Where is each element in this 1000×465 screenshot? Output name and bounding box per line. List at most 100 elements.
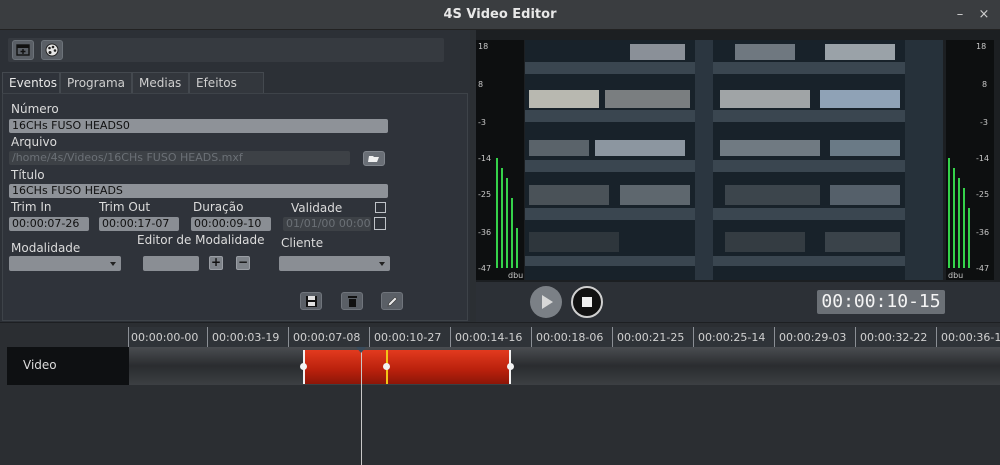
- validade-field[interactable]: 01/01/00 00:00: [283, 217, 371, 231]
- editor-modalidade-label: Editor de Modalidade: [137, 233, 265, 247]
- meter-tick: -25: [976, 190, 990, 199]
- validade-checkbox[interactable]: [375, 202, 386, 213]
- cliente-label: Cliente: [281, 236, 324, 250]
- palette-button[interactable]: [41, 40, 63, 60]
- palette-icon: [45, 43, 59, 57]
- ruler-tick: 00:00:00-00: [131, 331, 199, 344]
- playhead-handle[interactable]: [356, 347, 366, 353]
- tab-medias[interactable]: Medias: [132, 72, 189, 94]
- video-preview: [525, 40, 943, 280]
- ruler-line: [612, 327, 613, 347]
- browse-file-button[interactable]: [363, 151, 385, 166]
- clip-start-handle[interactable]: [300, 363, 307, 370]
- duracao-field[interactable]: 00:00:09-10: [191, 217, 271, 231]
- save-icon: [306, 296, 317, 307]
- track-name: Video: [23, 358, 57, 372]
- ruler-tick: 00:00:32-22: [860, 331, 928, 344]
- ruler-line: [450, 327, 451, 347]
- tab-efeitos-gc[interactable]: Efeitos GC: [189, 72, 264, 110]
- play-icon: [542, 295, 553, 309]
- audio-meter-right: 18 8 -3 -14 -25 -36 -47 dbu: [946, 40, 994, 280]
- play-button[interactable]: [530, 286, 562, 318]
- pencil-icon: [387, 296, 398, 307]
- meter-bar: [516, 228, 518, 268]
- meter-tick: -47: [478, 264, 492, 273]
- meter-tick: 18: [976, 42, 987, 51]
- ruler-line: [369, 327, 370, 347]
- meter-bar: [501, 168, 503, 268]
- meter-tick: -47: [976, 264, 990, 273]
- stop-button[interactable]: [571, 286, 603, 318]
- trim-out-label: Trim Out: [99, 200, 151, 214]
- duracao-label: Duração: [193, 200, 244, 214]
- add-modalidade-button[interactable]: +: [209, 256, 223, 270]
- playhead[interactable]: [361, 347, 362, 465]
- meter-unit: dbu: [948, 271, 964, 280]
- ruler-tick: 00:00:18-06: [536, 331, 604, 344]
- trim-in-label: Trim In: [11, 200, 52, 214]
- close-button[interactable]: ×: [976, 7, 992, 23]
- save-button[interactable]: [300, 292, 322, 310]
- timecode-display: 00:00:10-15: [817, 290, 945, 314]
- folder-icon: [368, 156, 379, 162]
- arquivo-field[interactable]: /home/4s/Videos/16CHs FUSO HEADS.mxf: [9, 151, 350, 165]
- timeline-clip[interactable]: [303, 350, 511, 384]
- ruler-tick: 00:00:03-19: [212, 331, 280, 344]
- tab-programa[interactable]: Programa: [60, 72, 132, 94]
- ruler-tick: 00:00:21-25: [617, 331, 685, 344]
- meter-bar: [963, 188, 965, 268]
- titulo-field[interactable]: 16CHs FUSO HEADS: [9, 184, 388, 198]
- video-track[interactable]: [129, 347, 1000, 385]
- numero-label: Número: [11, 102, 59, 116]
- arquivo-label: Arquivo: [11, 135, 57, 149]
- meter-tick: 18: [478, 42, 489, 51]
- tab-eventos[interactable]: Eventos: [2, 72, 60, 94]
- marker-handle[interactable]: [383, 363, 390, 370]
- trash-icon: [348, 296, 357, 307]
- edit-button[interactable]: [381, 292, 403, 310]
- ruler-tick: 00:00:29-03: [779, 331, 847, 344]
- ruler-line: [207, 327, 208, 347]
- meter-tick: -36: [976, 228, 990, 237]
- meter-bar: [968, 208, 970, 268]
- validade-picker-box[interactable]: [374, 217, 386, 230]
- window-title: 4S Video Editor: [443, 7, 557, 22]
- meter-tick: -36: [478, 228, 492, 237]
- cliente-combo[interactable]: [279, 256, 390, 271]
- meter-tick: -14: [478, 154, 492, 163]
- ruler-line: [855, 327, 856, 347]
- titulo-label: Título: [11, 168, 45, 182]
- delete-button[interactable]: [341, 292, 363, 310]
- meter-bar: [511, 198, 513, 268]
- modalidade-combo[interactable]: [9, 256, 121, 271]
- numero-field[interactable]: 16CHs FUSO HEADS0: [9, 119, 388, 133]
- meter-bar: [496, 158, 498, 268]
- timeline: 00:00:00-00 00:00:03-19 00:00:07-08 00:0…: [0, 322, 1000, 465]
- clip-end-handle[interactable]: [507, 363, 514, 370]
- trim-out-field[interactable]: 00:00:17-07: [99, 217, 179, 231]
- playback-controls: 00:00:10-15: [476, 282, 1000, 322]
- eventos-pane: Número 16CHs FUSO HEADS0 Arquivo /home/4…: [2, 93, 468, 321]
- trim-in-field[interactable]: 00:00:07-26: [9, 217, 89, 231]
- video-frame-image: [525, 40, 943, 280]
- meter-bar: [948, 158, 950, 268]
- ruler-tick: 00:00:14-16: [455, 331, 523, 344]
- time-ruler[interactable]: 00:00:00-00 00:00:03-19 00:00:07-08 00:0…: [128, 327, 1000, 347]
- editor-modalidade-field[interactable]: [143, 256, 199, 271]
- track-header-video[interactable]: Video: [7, 347, 129, 385]
- ruler-line: [128, 327, 129, 347]
- add-window-button[interactable]: [12, 40, 34, 60]
- ruler-line: [936, 327, 937, 347]
- modalidade-label: Modalidade: [11, 241, 81, 255]
- meter-bar: [506, 178, 508, 268]
- validade-label: Validade: [291, 201, 343, 215]
- ruler-line: [531, 327, 532, 347]
- meter-tick: 8: [982, 80, 988, 89]
- meter-unit: dbu: [508, 271, 524, 280]
- meter-tick: -14: [976, 154, 990, 163]
- add-window-icon: [16, 44, 30, 56]
- minimize-button[interactable]: –: [952, 7, 968, 23]
- stop-icon: [582, 297, 592, 307]
- remove-modalidade-button[interactable]: −: [236, 256, 250, 270]
- panel-toolbar: [8, 38, 444, 62]
